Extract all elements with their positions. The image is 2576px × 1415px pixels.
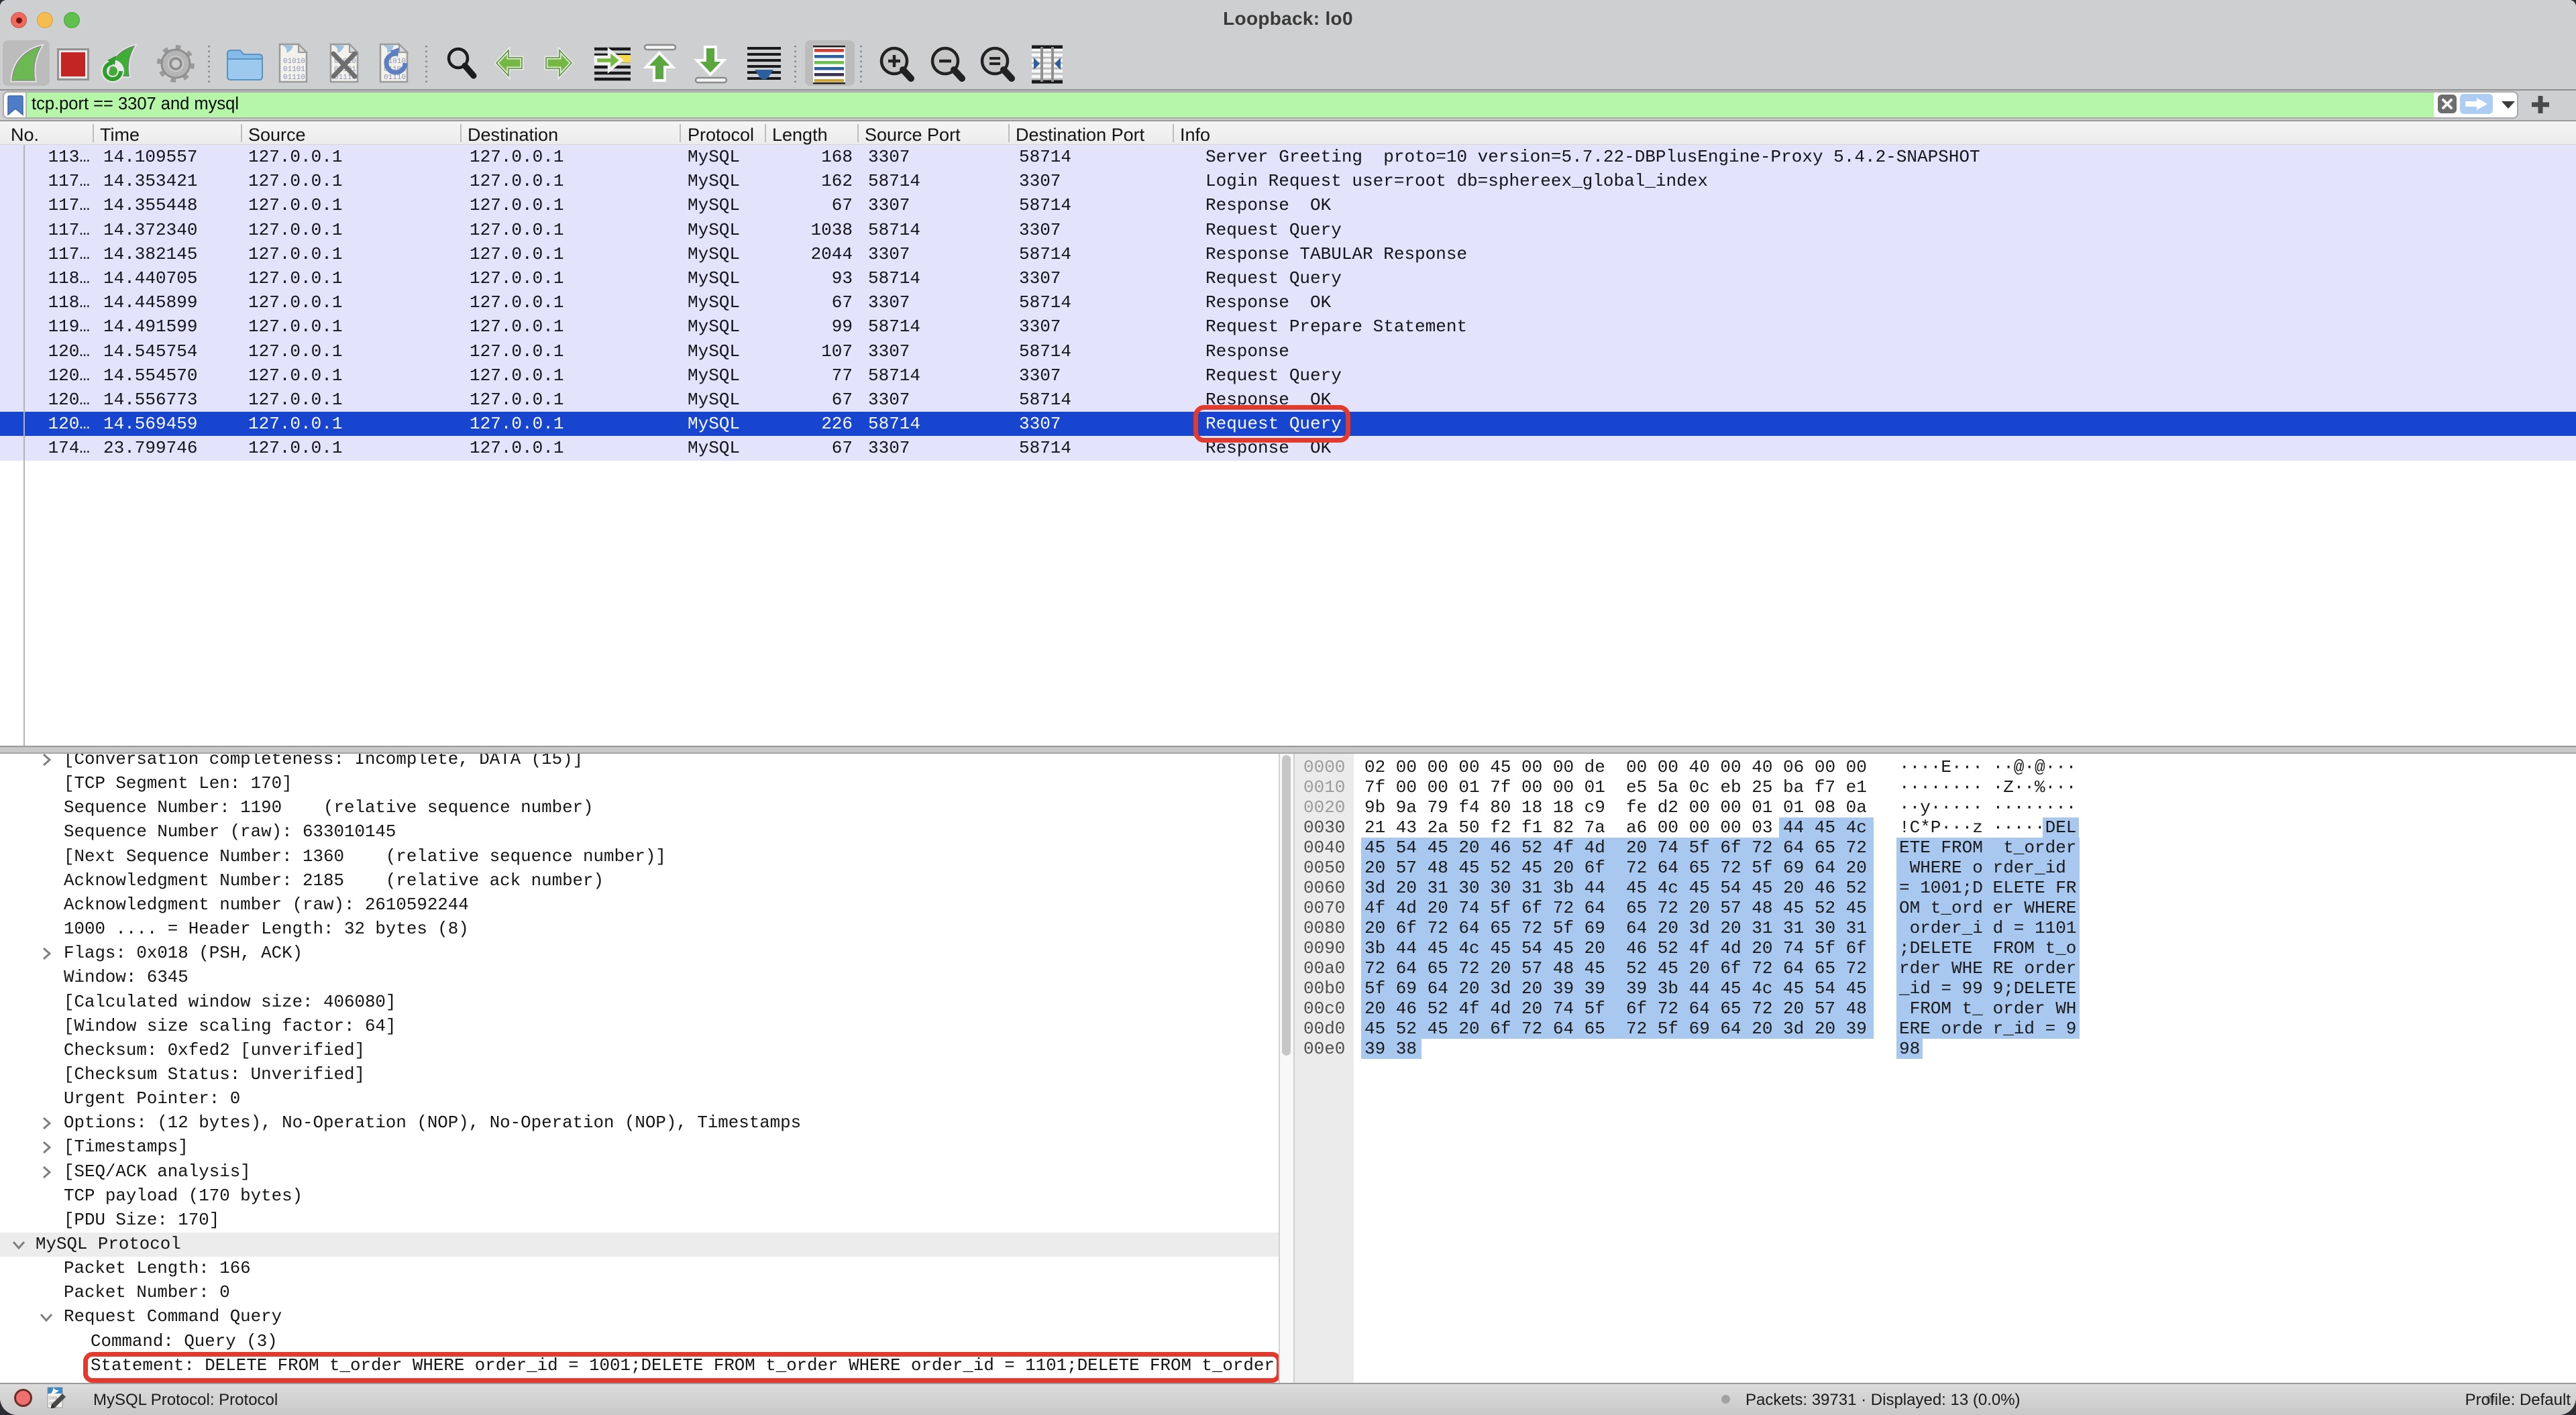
- svg-text:01101: 01101: [283, 66, 305, 74]
- svg-text:01110: 01110: [384, 74, 406, 82]
- svg-text:01110: 01110: [283, 74, 305, 82]
- svg-text:01010: 01010: [283, 58, 305, 66]
